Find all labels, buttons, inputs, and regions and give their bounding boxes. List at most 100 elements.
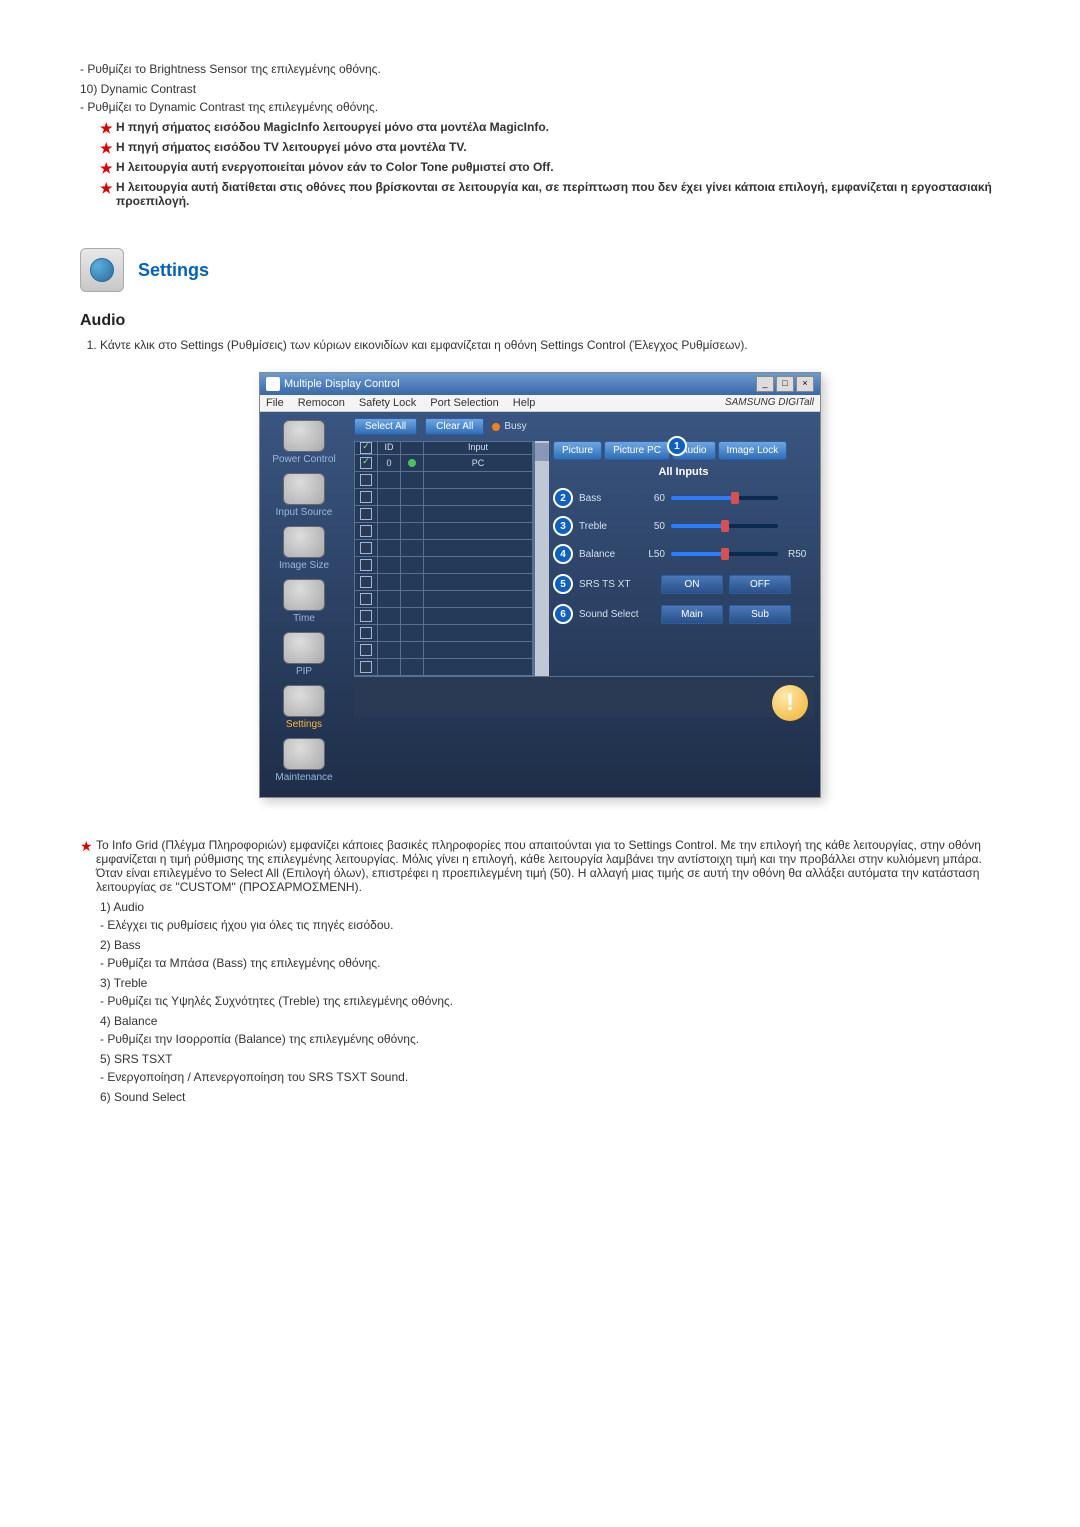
srs-off-button[interactable]: OFF <box>729 575 791 594</box>
header-input: Input <box>424 442 533 454</box>
treble-row: 3 Treble 50 <box>553 516 814 536</box>
marker-6: 6 <box>553 604 573 624</box>
sidebar: Power Control Input Source Image Size Ti… <box>260 412 348 797</box>
srs-row: 5 SRS TS XT ON OFF <box>553 574 814 594</box>
sidebar-item-label: PIP <box>260 666 348 677</box>
row-checkbox[interactable] <box>360 576 372 588</box>
grid-row[interactable]: 0 PC <box>354 455 534 472</box>
grid-scrollbar[interactable] <box>534 441 549 676</box>
section-header: Settings <box>80 248 1000 292</box>
clear-all-button[interactable]: Clear All <box>425 418 484 435</box>
sidebar-item-label: Time <box>260 613 348 624</box>
row-checkbox[interactable] <box>360 559 372 571</box>
item-sound-select-num: 6) Sound Select <box>100 1090 1000 1104</box>
item-balance-sub: - Ρυθμίζει την Ισορροπία (Balance) της ε… <box>100 1032 1000 1046</box>
tab-picture[interactable]: Picture <box>553 441 602 460</box>
maximize-button[interactable]: □ <box>776 376 794 392</box>
tab-audio[interactable]: 1Audio <box>672 441 716 460</box>
star-note-text: Η πηγή σήματος εισόδου MagicInfo λειτουρ… <box>116 120 549 134</box>
item-srs-sub: - Ενεργοποίηση / Απενεργοποίηση του SRS … <box>100 1070 1000 1084</box>
row-checkbox[interactable] <box>360 593 372 605</box>
row-checkbox[interactable] <box>360 457 372 469</box>
srs-on-button[interactable]: ON <box>661 575 723 594</box>
brightness-sensor-note: - Ρυθμίζει το Brightness Sensor της επιλ… <box>80 62 1000 76</box>
app-icon <box>266 377 280 391</box>
sidebar-item-label: Input Source <box>260 507 348 518</box>
row-checkbox[interactable] <box>360 661 372 673</box>
row-checkbox[interactable] <box>360 627 372 639</box>
balance-right-label: R50 <box>788 549 814 560</box>
select-all-button[interactable]: Select All <box>354 418 417 435</box>
menu-remocon[interactable]: Remocon <box>298 397 345 409</box>
panel-title: All Inputs <box>553 466 814 478</box>
sidebar-item-power-control[interactable]: Power Control <box>260 420 348 465</box>
row-id: 0 <box>378 455 401 471</box>
settings-panel: Picture Picture PC 1Audio Image Lock All… <box>553 441 814 676</box>
settings-title: Settings <box>138 260 209 281</box>
bass-slider[interactable] <box>671 496 778 500</box>
grid-row-empty <box>354 557 534 574</box>
sidebar-item-label: Power Control <box>260 454 348 465</box>
tab-image-lock[interactable]: Image Lock <box>718 441 788 460</box>
treble-label: Treble <box>579 521 633 532</box>
time-icon <box>283 579 325 611</box>
menu-file[interactable]: File <box>266 397 284 409</box>
item-srs-num: 5) SRS TSXT <box>100 1052 1000 1066</box>
settings-tabs: Picture Picture PC 1Audio Image Lock <box>553 441 814 460</box>
marker-5: 5 <box>553 574 573 594</box>
menu-port-selection[interactable]: Port Selection <box>430 397 498 409</box>
sidebar-item-pip[interactable]: PIP <box>260 632 348 677</box>
row-checkbox[interactable] <box>360 644 372 656</box>
header-checkbox[interactable] <box>360 442 372 454</box>
grid-header: ID Input <box>354 441 534 455</box>
sound-select-row: 6 Sound Select Main Sub <box>553 604 814 624</box>
power-icon <box>283 420 325 452</box>
grid-row-empty <box>354 574 534 591</box>
balance-value: L50 <box>639 549 665 560</box>
app-body: Power Control Input Source Image Size Ti… <box>260 412 820 797</box>
row-checkbox[interactable] <box>360 525 372 537</box>
star-icon: ★ <box>100 180 113 197</box>
menu-safety-lock[interactable]: Safety Lock <box>359 397 416 409</box>
app-window: Multiple Display Control _ □ × File Remo… <box>259 372 821 798</box>
sidebar-item-maintenance[interactable]: Maintenance <box>260 738 348 783</box>
sidebar-item-input-source[interactable]: Input Source <box>260 473 348 518</box>
bass-value: 60 <box>639 493 665 504</box>
minimize-button[interactable]: _ <box>756 376 774 392</box>
tab-picture-pc[interactable]: Picture PC <box>604 441 670 460</box>
info-grid-note-text: Το Info Grid (Πλέγμα Πληροφοριών) εμφανί… <box>96 838 982 894</box>
audio-heading: Audio <box>80 312 1000 330</box>
treble-slider[interactable] <box>671 524 778 528</box>
input-source-icon <box>283 473 325 505</box>
grid-row-empty <box>354 472 534 489</box>
row-checkbox[interactable] <box>360 474 372 486</box>
star-icon: ★ <box>100 160 113 177</box>
dynamic-contrast-num: 10) Dynamic Contrast <box>80 82 1000 96</box>
menu-help[interactable]: Help <box>513 397 536 409</box>
header-id: ID <box>378 442 401 454</box>
settings-icon <box>283 685 325 717</box>
grid-row-empty <box>354 591 534 608</box>
close-button[interactable]: × <box>796 376 814 392</box>
grid-row-empty <box>354 608 534 625</box>
row-checkbox[interactable] <box>360 491 372 503</box>
item-balance-num: 4) Balance <box>100 1014 1000 1028</box>
audio-steps: Κάντε κλικ στο Settings (Ρυθμίσεις) των … <box>100 338 1000 352</box>
maintenance-icon <box>283 738 325 770</box>
sidebar-item-settings[interactable]: Settings <box>260 685 348 730</box>
row-checkbox[interactable] <box>360 508 372 520</box>
info-grid: ID Input 0 PC <box>354 441 549 676</box>
star-icon: ★ <box>100 140 113 157</box>
row-checkbox[interactable] <box>360 542 372 554</box>
grid-row-empty <box>354 625 534 642</box>
item-audio-sub: - Ελέγχει τις ρυθμίσεις ήχου για όλες τι… <box>100 918 1000 932</box>
row-checkbox[interactable] <box>360 610 372 622</box>
alert-icon: ! <box>772 685 808 721</box>
sidebar-item-time[interactable]: Time <box>260 579 348 624</box>
sound-main-button[interactable]: Main <box>661 605 723 624</box>
star-icon: ★ <box>80 838 93 855</box>
sidebar-item-label: Maintenance <box>260 772 348 783</box>
sidebar-item-image-size[interactable]: Image Size <box>260 526 348 571</box>
balance-slider[interactable] <box>671 552 778 556</box>
sound-sub-button[interactable]: Sub <box>729 605 791 624</box>
